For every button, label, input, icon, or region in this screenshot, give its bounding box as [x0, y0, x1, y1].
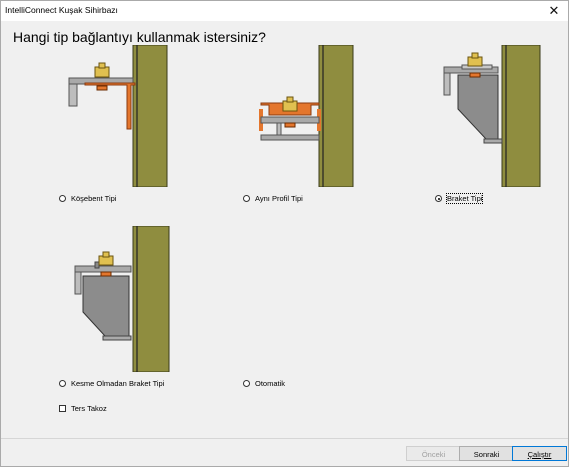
radio-icon[interactable] — [59, 195, 66, 202]
radio-label-bracket-no-cut-type: Kesme Olmadan Braket Tipi — [71, 379, 165, 388]
reverse-shim-checkbox[interactable]: Ters Takoz — [59, 404, 107, 413]
radio-same-profile-type[interactable]: Aynı Profil Tipi — [243, 194, 303, 203]
bracket-no-cut-illustration — [74, 226, 170, 372]
next-button[interactable]: Sonraki — [459, 446, 514, 461]
bracket-illustration — [443, 45, 541, 187]
radio-label-automatic: Otomatik — [255, 379, 286, 388]
run-button[interactable]: Çalıştır — [512, 446, 567, 461]
wizard-window: IntelliConnect Kuşak Sihirbazı ✕ Hangi t… — [0, 0, 569, 467]
checkbox-icon[interactable] — [59, 405, 66, 412]
angle-connection-illustration — [68, 45, 168, 187]
close-icon[interactable]: ✕ — [542, 1, 566, 21]
radio-icon[interactable] — [435, 195, 442, 202]
radio-automatic[interactable]: Otomatik — [243, 379, 285, 388]
radio-label-bracket-type: Braket Tipi — [445, 193, 484, 204]
radio-icon[interactable] — [243, 380, 250, 387]
radio-angle-type[interactable]: Köşebent Tipi — [59, 194, 116, 203]
same-profile-illustration — [259, 45, 354, 187]
radio-label-same-profile-type: Aynı Profil Tipi — [255, 194, 303, 203]
radio-label-angle-type: Köşebent Tipi — [71, 194, 117, 203]
back-button[interactable]: Önceki — [406, 446, 461, 461]
radio-bracket-no-cut-type[interactable]: Kesme Olmadan Braket Tipi — [59, 379, 164, 388]
run-button-label: Çalıştır — [527, 450, 552, 459]
radio-icon[interactable] — [243, 195, 250, 202]
window-title: IntelliConnect Kuşak Sihirbazı — [5, 5, 118, 15]
radio-icon[interactable] — [59, 380, 66, 387]
radio-bracket-type[interactable]: Braket Tipi — [435, 193, 484, 204]
page-title: Hangi tip bağlantıyı kullanmak istersini… — [13, 29, 266, 45]
reverse-shim-label: Ters Takoz — [71, 404, 107, 413]
title-bar: IntelliConnect Kuşak Sihirbazı ✕ — [1, 1, 568, 21]
